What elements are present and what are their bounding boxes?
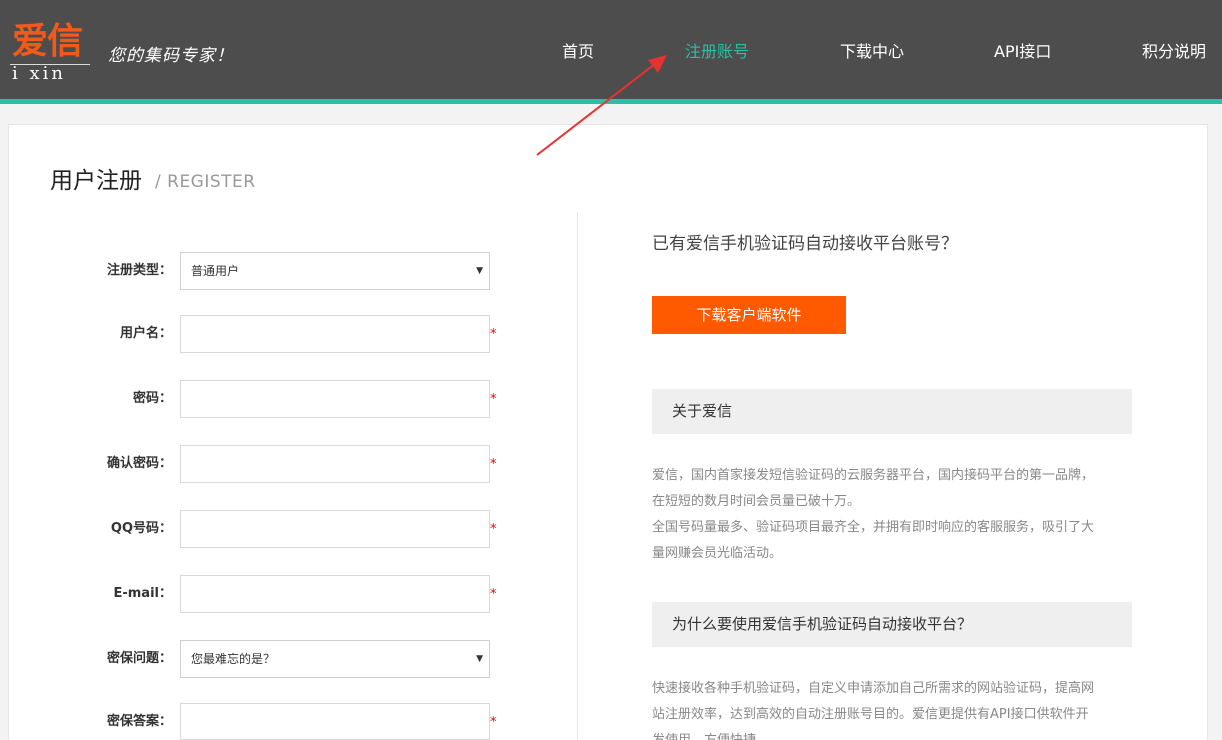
- page-title: 用户注册: [50, 168, 142, 194]
- nav-download-center[interactable]: 下载中心: [840, 40, 904, 64]
- about-line: 在短短的数月时间会员量已破十万。: [652, 494, 861, 509]
- about-section-title: 关于爱信: [652, 389, 1132, 434]
- about-line: 爱信，国内首家接发短信验证码的云服务器平台，国内接码平台的第一品牌，: [652, 468, 1095, 483]
- nav-register[interactable]: 注册账号: [685, 40, 749, 64]
- qq-required-mark: *: [490, 522, 497, 537]
- confirm-password-label: 确认密码：: [106, 456, 172, 471]
- email-label: E-mail：: [113, 586, 172, 601]
- about-line: 量网赚会员光临活动。: [652, 546, 783, 561]
- confirm-password-required-mark: *: [490, 457, 497, 472]
- email-input[interactable]: [180, 575, 490, 613]
- username-input[interactable]: [180, 315, 490, 353]
- password-input[interactable]: [180, 380, 490, 418]
- why-section-title: 为什么要使用爱信手机验证码自动接收平台？: [652, 602, 1132, 647]
- download-client-button[interactable]: 下载客户端软件: [652, 296, 846, 334]
- dropdown-caret-icon: ▼: [476, 654, 483, 664]
- security-answer-label: 密保答案：: [106, 714, 172, 729]
- page-subtitle: / REGISTER: [155, 172, 256, 192]
- security-question-label: 密保问题：: [106, 651, 172, 666]
- qq-label: QQ号码：: [110, 521, 172, 536]
- why-line: 发使用，方便快捷。: [652, 728, 1132, 740]
- security-question-value: 您最难忘的是？: [191, 652, 276, 666]
- registration-type-select[interactable]: 普通用户 ▼: [180, 252, 490, 290]
- nav-api[interactable]: API接口: [994, 40, 1051, 64]
- slogan: 您的集码专家！: [108, 46, 234, 66]
- column-divider: [577, 212, 578, 740]
- qq-input[interactable]: [180, 510, 490, 548]
- nav-points-info[interactable]: 积分说明: [1142, 40, 1206, 64]
- why-paragraph: 快速接收各种手机验证码，自定义申请添加自己所需求的网站验证码，提高网 站注册效率…: [652, 676, 1132, 740]
- have-account-text: 已有爱信手机验证码自动接收平台账号？: [652, 234, 958, 254]
- logo-subtext: i xin: [12, 63, 66, 84]
- why-line: 快速接收各种手机验证码，自定义申请添加自己所需求的网站验证码，提高网: [652, 681, 1095, 696]
- security-answer-required-mark: *: [490, 715, 497, 730]
- email-required-mark: *: [490, 587, 497, 602]
- password-label: 密码：: [132, 391, 172, 406]
- registration-type-label: 注册类型：: [106, 263, 172, 278]
- password-required-mark: *: [490, 392, 497, 407]
- about-paragraph: 爱信，国内首家接发短信验证码的云服务器平台，国内接码平台的第一品牌， 在短短的数…: [652, 463, 1132, 567]
- security-answer-input[interactable]: [180, 703, 490, 740]
- security-question-select[interactable]: 您最难忘的是？ ▼: [180, 640, 490, 678]
- about-line: 全国号码量最多、验证码项目最齐全，并拥有即时响应的客服服务，吸引了大: [652, 520, 1095, 535]
- username-required-mark: *: [490, 327, 497, 342]
- username-label: 用户名：: [119, 326, 172, 341]
- confirm-password-input[interactable]: [180, 445, 490, 483]
- logo-text: 爱信: [12, 20, 83, 62]
- logo[interactable]: 爱信 i xin: [10, 20, 92, 84]
- dropdown-caret-icon: ▼: [476, 266, 483, 276]
- registration-type-value: 普通用户: [191, 264, 240, 278]
- annotation-arrow-icon: [536, 55, 667, 156]
- why-line: 站注册效率，达到高效的自动注册账号目的。爱信更提供有API接口供软件开: [652, 707, 1089, 722]
